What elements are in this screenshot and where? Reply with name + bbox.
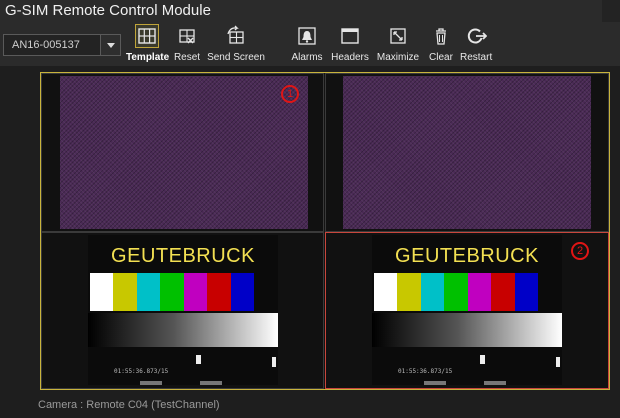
reset-button[interactable]: Reset (172, 25, 202, 65)
template-button[interactable]: Template (126, 24, 170, 65)
alarms-button[interactable]: Alarms (290, 25, 324, 65)
test-marker (196, 355, 201, 364)
color-bar (397, 273, 421, 311)
camera-tile[interactable] (325, 73, 609, 232)
title-bar: G-SIM Remote Control Module (0, 0, 620, 22)
camera-tile[interactable]: 1 (41, 73, 324, 232)
template-label: Template (126, 52, 170, 63)
test-marker (424, 381, 446, 385)
window-title: G-SIM Remote Control Module (5, 2, 211, 19)
test-card: GEUTEBRUCK 01:55:36.873/15 (88, 235, 278, 385)
color-bar (183, 273, 208, 311)
color-bar (160, 273, 184, 311)
video-noise (343, 76, 591, 229)
send-screen-label: Send Screen (207, 52, 265, 63)
test-marker (484, 381, 506, 385)
color-bar (467, 273, 492, 311)
test-card-timestamp: 01:55:36.873/15 (114, 368, 169, 375)
window-icon (339, 25, 361, 47)
color-bar (113, 273, 137, 311)
video-noise (60, 76, 308, 229)
color-bar (207, 273, 231, 311)
color-bar (420, 273, 445, 311)
window-control[interactable] (602, 0, 620, 22)
reset-label: Reset (173, 52, 201, 63)
reset-icon (176, 25, 198, 47)
test-marker (272, 357, 276, 367)
tile-number-badge: 2 (571, 242, 589, 260)
test-card-brand: GEUTEBRUCK (111, 245, 255, 267)
color-bars (374, 273, 538, 311)
maximize-button[interactable]: Maximize (376, 25, 420, 65)
clear-button[interactable]: Clear (428, 25, 454, 65)
gray-gradient (88, 313, 278, 347)
test-marker (140, 381, 162, 385)
camera-tile-selected[interactable]: GEUTEBRUCK 01:55:36.873/15 2 (325, 232, 609, 389)
restart-button[interactable]: Restart (460, 25, 492, 65)
color-bar (444, 273, 468, 311)
clear-label: Clear (429, 52, 453, 63)
test-marker (200, 381, 222, 385)
status-text: Camera : Remote C04 (TestChannel) (38, 399, 220, 411)
device-select-value: AN16-005137 (12, 39, 80, 51)
toolbar: AN16-005137 Template Reset Send Screen A… (0, 22, 620, 66)
headers-label: Headers (331, 52, 369, 63)
headers-button[interactable]: Headers (330, 25, 370, 65)
color-bar (374, 273, 398, 311)
grid-icon (135, 24, 159, 48)
trash-icon (430, 25, 452, 47)
test-card-timestamp: 01:55:36.873/15 (398, 368, 453, 375)
color-bar (90, 273, 114, 311)
maximize-icon (387, 25, 409, 47)
color-bar (491, 273, 515, 311)
gray-gradient (372, 313, 562, 347)
send-screen-button[interactable]: Send Screen (207, 25, 265, 65)
maximize-label: Maximize (376, 52, 420, 63)
test-card: GEUTEBRUCK 01:55:36.873/15 (372, 235, 562, 385)
test-marker (556, 357, 560, 367)
color-bars (90, 273, 254, 311)
restart-icon (465, 25, 487, 47)
color-bar (230, 273, 254, 311)
device-select[interactable]: AN16-005137 (3, 34, 121, 56)
color-bar (136, 273, 161, 311)
camera-tile[interactable]: GEUTEBRUCK 01:55:36.873/15 (41, 232, 324, 389)
test-marker (480, 355, 485, 364)
send-screen-icon (225, 25, 247, 47)
test-card-brand: GEUTEBRUCK (395, 245, 539, 267)
color-bar (514, 273, 538, 311)
alarms-label: Alarms (291, 52, 323, 63)
chevron-down-icon[interactable] (100, 35, 120, 55)
restart-label: Restart (460, 52, 493, 63)
tile-number-badge: 1 (281, 85, 299, 103)
camera-view-area: 1 GEUTEBRUCK 01:55:36.873/15 GEUTEBRUCK (40, 72, 610, 390)
bell-icon (296, 25, 318, 47)
